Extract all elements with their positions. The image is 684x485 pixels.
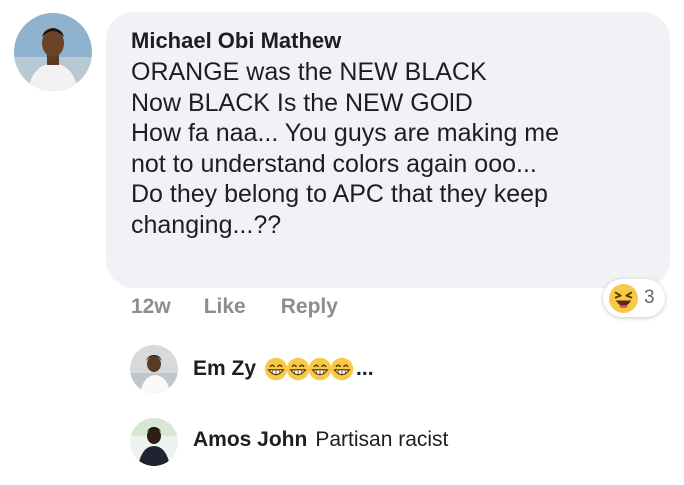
reply-button[interactable]: Reply	[281, 295, 338, 319]
reaction-summary[interactable]: 3	[603, 279, 665, 317]
reply-item: Amos John Partisan racist	[193, 428, 448, 452]
comment-author-name[interactable]: Michael Obi Mathew	[131, 28, 644, 54]
avatar-photo	[130, 345, 178, 393]
avatar-photo	[14, 13, 92, 91]
reply-author-avatar[interactable]	[130, 345, 178, 393]
grinning-emoji-icon	[330, 357, 354, 381]
reply-item: Em Zy ...	[193, 357, 374, 381]
comment-line: Now BLACK Is the NEW GOlD	[131, 88, 473, 117]
comment-text: ORANGE was the NEW BLACK Now BLACK Is th…	[131, 57, 644, 240]
comment-line: How fa naa... You guys are making me	[131, 119, 560, 147]
reply-author-name[interactable]: Amos John	[193, 428, 307, 452]
like-button[interactable]: Like	[204, 295, 246, 319]
comment-bubble: Michael Obi Mathew ORANGE was the NEW BL…	[106, 12, 670, 288]
grinning-emoji-icon	[286, 357, 310, 381]
reply-author-name[interactable]: Em Zy	[193, 357, 256, 381]
laughing-emoji-icon	[608, 283, 639, 313]
comment-line: ORANGE was the NEW BLACK	[131, 58, 487, 86]
comment-author-avatar[interactable]	[14, 13, 92, 91]
reply-emoji-text	[264, 357, 354, 381]
avatar-photo	[130, 418, 178, 466]
comment-line: not to understand colors again ooo...	[131, 149, 537, 178]
comment-line: changing...??	[131, 210, 282, 239]
comment-actions: 12w Like Reply	[131, 292, 373, 322]
reply-text: Partisan racist	[315, 428, 449, 451]
grinning-emoji-icon	[308, 357, 332, 381]
reaction-count: 3	[644, 287, 655, 308]
reply-ellipsis: ...	[356, 357, 374, 380]
comment-line: Do they belong to APC that they keep	[131, 180, 548, 208]
grinning-emoji-icon	[264, 357, 288, 381]
comment-timestamp[interactable]: 12w	[131, 295, 171, 319]
reply-author-avatar[interactable]	[130, 418, 178, 466]
